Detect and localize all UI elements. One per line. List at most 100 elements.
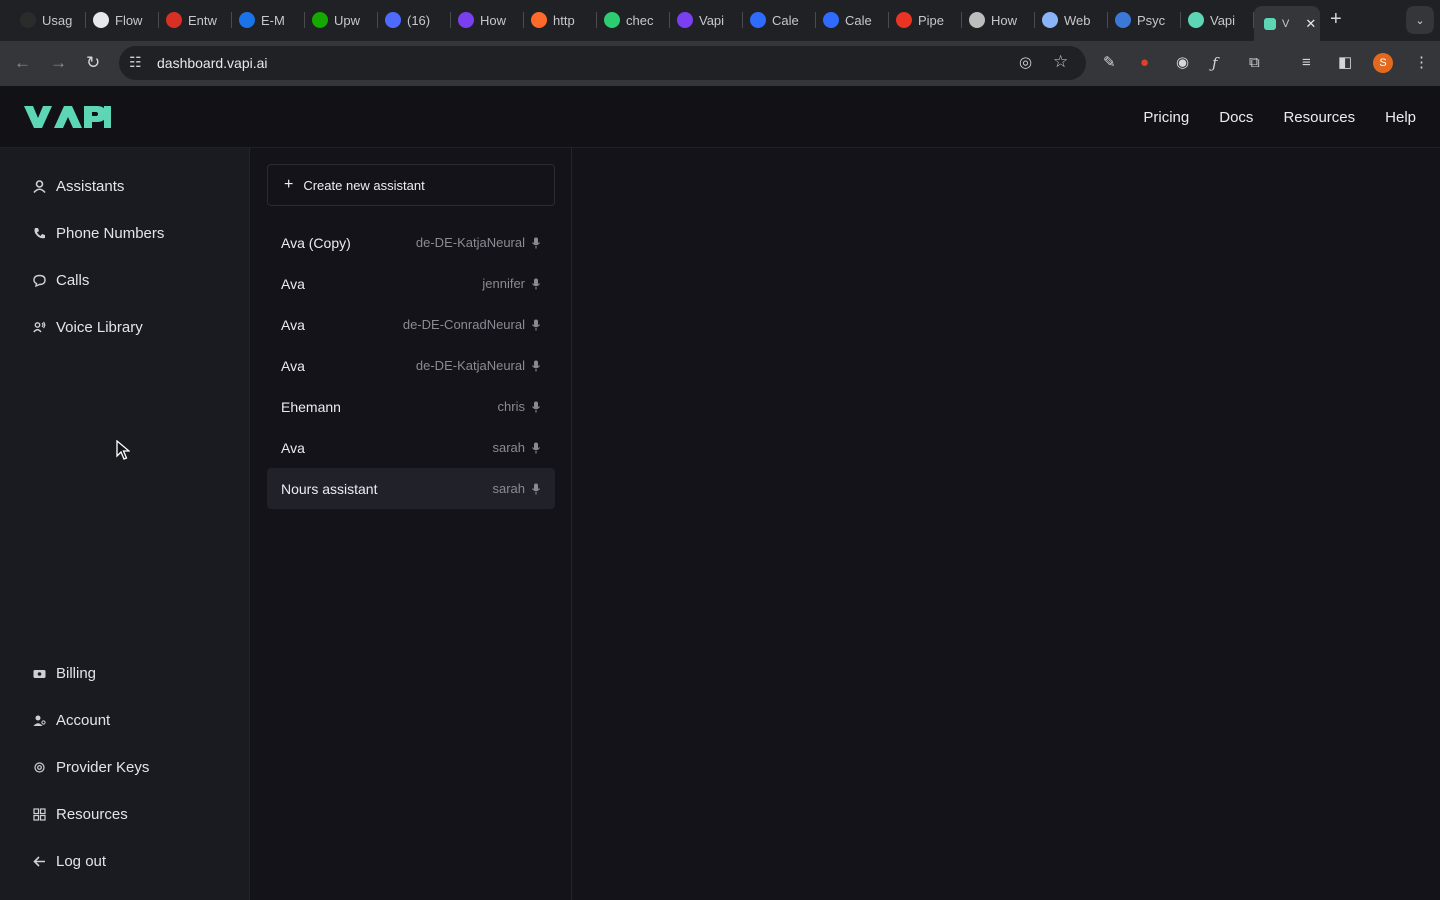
formula-icon[interactable]: ƒ [1212, 54, 1218, 72]
assistant-list-item[interactable]: Ava sarah [267, 427, 555, 468]
tab-divider [669, 12, 670, 28]
browser-tab[interactable]: Vapi [677, 8, 743, 32]
tab-divider [1034, 12, 1035, 28]
extension-red-icon[interactable]: ● [1140, 54, 1149, 72]
tab-divider [961, 12, 962, 28]
assistant-voice: jennifer [482, 276, 525, 291]
tab-favicon-icon [896, 12, 912, 28]
assistant-list-item[interactable]: Ava de-DE-ConradNeural [267, 304, 555, 345]
sidebar-item-provider-keys[interactable]: Provider Keys [32, 759, 149, 776]
sidebar-item-label: Account [56, 712, 111, 729]
browser-menu-icon[interactable]: ⋮ [1414, 54, 1429, 72]
browser-tab[interactable]: How [969, 8, 1035, 32]
browser-tab[interactable]: Entw [166, 8, 232, 32]
extensions-puzzle-icon[interactable]: ⧉ [1249, 54, 1260, 72]
sidebar-item-label: Assistants [56, 178, 125, 195]
tab-favicon-icon [385, 12, 401, 28]
nav-pricing[interactable]: Pricing [1143, 109, 1189, 126]
forward-arrow-icon[interactable]: → [50, 53, 67, 73]
browser-tab[interactable]: Pipe [896, 8, 962, 32]
nav-docs[interactable]: Docs [1219, 109, 1253, 126]
grid-icon [32, 808, 46, 822]
browser-tab[interactable]: Upw [312, 8, 378, 32]
sidebar-item-assistants[interactable]: Assistants [32, 178, 124, 195]
side-panel-icon[interactable]: ◧ [1338, 54, 1352, 72]
nav-resources[interactable]: Resources [1283, 109, 1355, 126]
assistant-list-item[interactable]: Ehemann chris [267, 386, 555, 427]
address-bar[interactable]: ☷ dashboard.vapi.ai ◎ ☆ [119, 46, 1086, 80]
sidebar-item-account[interactable]: Account [32, 712, 110, 729]
browser-tab-strip: Usag Flow Entw E-M Upw (16) How http chec Vapi Cal… [0, 0, 1440, 41]
assistant-list-item[interactable]: Nours assistant sarah [267, 468, 555, 509]
active-tab[interactable]: V ✕ [1254, 6, 1320, 41]
assistant-name: Ava (Copy) [281, 234, 351, 251]
new-tab-button[interactable]: + [1330, 9, 1342, 29]
bookmark-star-icon[interactable]: ☆ [1053, 52, 1068, 72]
assistant-list-pane: + Create new assistant Ava (Copy) de-DE-K… [250, 148, 572, 900]
reload-icon[interactable]: ↻ [86, 53, 100, 73]
sidebar-item-billing[interactable]: Billing [32, 665, 96, 682]
main-content [573, 148, 1440, 900]
browser-tab[interactable]: chec [604, 8, 670, 32]
tab-label: Pipe [918, 12, 945, 28]
browser-tab[interactable]: (16) [385, 8, 451, 32]
browser-tab[interactable]: Psyc [1115, 8, 1181, 32]
tab-label: Entw [188, 12, 217, 28]
browser-tab[interactable]: Flow [93, 8, 159, 32]
tab-label: Flow [115, 12, 143, 28]
assistant-list-item[interactable]: Ava de-DE-KatjaNeural [267, 345, 555, 386]
tab-label: How [480, 12, 507, 28]
sidebar-item-voice-library[interactable]: Voice Library [32, 319, 143, 336]
nav-help[interactable]: Help [1385, 109, 1416, 126]
tab-label: Vapi [699, 12, 725, 28]
tab-favicon-icon [312, 12, 328, 28]
eye-off-icon[interactable]: ◎ [1019, 53, 1032, 71]
tab-favicon-icon [750, 12, 766, 28]
users-icon [32, 321, 46, 335]
assistant-voice: sarah [492, 481, 525, 496]
sidebar-item-phone-numbers[interactable]: Phone Numbers [32, 225, 164, 242]
tab-divider [231, 12, 232, 28]
chevron-down-icon: ⌄ [1415, 14, 1425, 27]
browser-tab[interactable]: Web [1042, 8, 1108, 32]
tab-label: Cale [845, 12, 872, 28]
url-text[interactable]: dashboard.vapi.ai [157, 55, 268, 71]
close-tab-icon[interactable]: ✕ [1305, 16, 1316, 32]
app-header: Pricing Docs Resources Help [0, 86, 1440, 148]
tab-label: http [553, 12, 575, 28]
microphone-icon [532, 401, 540, 412]
assistant-name: Nours assistant [281, 480, 378, 497]
sidebar-item-log-out[interactable]: Log out [32, 853, 106, 870]
create-assistant-button[interactable]: + Create new assistant [267, 164, 555, 206]
tab-search-button[interactable]: ⌄ [1406, 6, 1434, 34]
profile-avatar[interactable]: S [1373, 53, 1393, 73]
eyedropper-icon[interactable]: ✎ [1103, 54, 1116, 72]
tab-divider [304, 12, 305, 28]
assistant-name: Ava [281, 439, 305, 456]
grammarly-icon[interactable]: ◉ [1176, 54, 1189, 72]
browser-tab[interactable]: E-M [239, 8, 305, 32]
browser-tab[interactable]: http [531, 8, 597, 32]
browser-tab[interactable]: Cale [823, 8, 889, 32]
assistant-list-item[interactable]: Ava jennifer [267, 263, 555, 304]
sidebar-item-label: Calls [56, 272, 90, 289]
tab-label: Upw [334, 12, 361, 28]
browser-tab[interactable]: Cale [750, 8, 816, 32]
media-controls-icon[interactable]: ≡ [1302, 54, 1311, 72]
browser-tab[interactable]: How [458, 8, 524, 32]
assistant-name: Ehemann [281, 398, 341, 415]
billing-icon [32, 667, 46, 681]
sidebar-item-calls[interactable]: Calls [32, 272, 89, 289]
browser-tab[interactable]: Usag [20, 8, 86, 32]
assistant-list-item[interactable]: Ava (Copy) de-DE-KatjaNeural [267, 222, 555, 263]
tab-divider [450, 12, 451, 28]
vapi-logo[interactable] [24, 104, 112, 135]
site-settings-icon[interactable]: ☷ [129, 54, 142, 71]
sidebar-item-resources[interactable]: Resources [32, 806, 128, 823]
tab-divider [523, 12, 524, 28]
sidebar-item-label: Voice Library [56, 319, 143, 336]
browser-tab[interactable]: Vapi [1188, 8, 1254, 32]
tab-divider [1180, 12, 1181, 28]
tab-label: Cale [772, 12, 799, 28]
back-arrow-icon[interactable]: ← [14, 53, 31, 73]
